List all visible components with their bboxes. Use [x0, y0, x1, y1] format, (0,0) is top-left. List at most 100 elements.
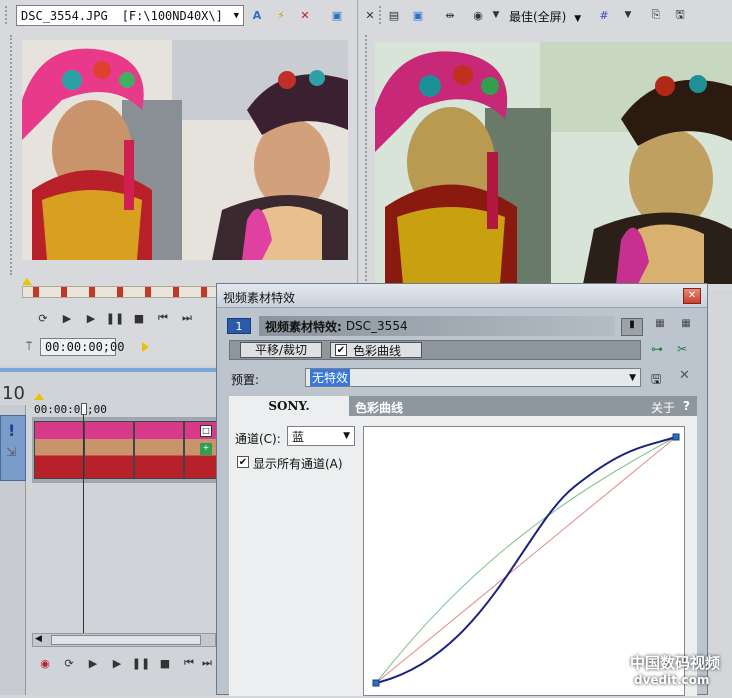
add-fx-icon[interactable]: ⊶ — [651, 342, 663, 356]
pause-icon[interactable]: ❚❚ — [132, 654, 150, 672]
file-path: [F:\100ND40X\] — [121, 8, 223, 23]
panel-grip — [10, 35, 14, 275]
properties-icon[interactable]: ▤ — [385, 6, 403, 24]
video-track: □ + — [32, 417, 234, 483]
timeline-scrollbar[interactable]: ◀ — [32, 633, 216, 647]
video-fx-dialog: 视频素材特效 ✕ 1 视频素材特效: DSC_3554 ▮ ▦ ▦ 平移/裁切 … — [216, 283, 708, 696]
baseline-red-curve — [375, 436, 677, 684]
preview-image — [22, 40, 348, 260]
clip-thumbnail[interactable] — [34, 421, 84, 479]
toolbar-grip[interactable] — [5, 6, 9, 24]
playhead[interactable] — [81, 403, 87, 415]
view-mode-grid-icon[interactable]: ▦ — [675, 318, 697, 336]
track-alert-icon: ! — [8, 421, 16, 440]
chevron-down-icon[interactable]: ▼ — [619, 6, 637, 24]
output-preview-image — [375, 42, 732, 284]
chevron-down-icon: ▼ — [629, 372, 636, 383]
close-button[interactable]: ✕ — [683, 288, 701, 304]
scrub-marker[interactable] — [22, 278, 32, 285]
chevron-down-icon: ▼ — [233, 10, 239, 21]
crop-icon[interactable]: □ — [200, 425, 212, 437]
track-number: 10 — [2, 383, 25, 404]
prev-frame-icon[interactable]: ⏮ — [154, 309, 172, 327]
copy-snapshot-icon[interactable]: ⎘ — [647, 6, 665, 24]
monitor-icon[interactable]: ▣ — [328, 6, 346, 24]
quality-selector[interactable]: 最佳(全屏) ▼ — [509, 8, 581, 25]
chain-item-color-curves[interactable]: ✔ 色彩曲线 — [330, 342, 422, 358]
timeline-ruler-bar — [0, 368, 216, 372]
preset-label: 预置: — [231, 373, 260, 387]
right-preview-panel: ✕ ▤ ▣ ⇹ ◉ ▼ 最佳(全屏) ▼ # ▼ ⎘ 🖫 — [359, 0, 732, 290]
fx-header-label: 视频素材特效: — [265, 319, 342, 334]
track-add-icon: ⇲ — [6, 445, 17, 459]
loop-icon[interactable]: ⟳ — [60, 654, 78, 672]
scroll-left-icon[interactable]: ◀ — [35, 634, 42, 644]
timeline-timecode: 00:00:00;00 — [34, 403, 107, 416]
save-snapshot-icon[interactable]: 🖫 — [671, 6, 689, 24]
toolbar-grip[interactable] — [379, 6, 383, 24]
chevron-down-icon[interactable]: ▼ — [487, 6, 505, 24]
record-icon[interactable]: ◉ — [36, 654, 54, 672]
show-all-checkbox[interactable]: ✔ — [237, 456, 249, 468]
pause-icon[interactable]: ❚❚ — [106, 309, 124, 327]
file-selector[interactable]: DSC_3554.JPG [F:\100ND40X\] ▼ — [16, 5, 244, 26]
chain-item-pan-crop[interactable]: 平移/裁切 — [240, 342, 322, 358]
properties-icon[interactable]: A — [248, 6, 266, 24]
overlay-icon[interactable]: ◉ — [469, 6, 487, 24]
close-icon[interactable]: ✕ — [361, 6, 379, 24]
play-icon[interactable]: ▶ — [108, 654, 126, 672]
loop-icon[interactable]: ⟳ — [34, 309, 52, 327]
lightning-icon[interactable]: ⚡ — [272, 6, 290, 24]
timecode-display: 00:00:00;00 — [40, 338, 124, 356]
checkbox-checked-icon[interactable]: ✔ — [335, 344, 347, 356]
show-all-label[interactable]: 显示所有通道(A) — [253, 455, 343, 472]
curve-control-point[interactable] — [372, 679, 380, 687]
delete-preset-icon[interactable]: ✕ — [679, 368, 690, 383]
cursor-marker[interactable] — [34, 393, 44, 400]
stop-icon[interactable]: ■ — [156, 654, 174, 672]
remove-fx-icon[interactable]: ✂ — [677, 342, 687, 356]
chevron-down-icon: ▼ — [574, 14, 582, 24]
save-preset-icon[interactable]: 🖫 — [651, 370, 661, 391]
scroll-thumb[interactable] — [51, 635, 201, 645]
stop-icon[interactable]: ■ — [130, 309, 148, 327]
fx-chain: 平移/裁切 ✔ 色彩曲线 — [229, 340, 641, 360]
marker-icon: ⍡ — [25, 340, 33, 353]
channel-dropdown[interactable]: 蓝 ▼ — [287, 426, 355, 446]
fx-badge: 1 — [227, 318, 251, 334]
view-mode-single-icon[interactable]: ▮ — [621, 318, 643, 336]
help-link[interactable]: ? — [683, 399, 690, 413]
in-point-icon[interactable] — [142, 342, 149, 352]
about-link[interactable]: 关于 — [651, 399, 675, 416]
clip-thumbnail[interactable] — [134, 421, 184, 479]
play-from-start-icon[interactable]: ▶ — [84, 654, 102, 672]
preset-dropdown[interactable]: 无特效 ▼ — [305, 368, 641, 387]
play-icon[interactable]: ▶ — [82, 309, 100, 327]
grid-icon[interactable]: # — [595, 6, 613, 24]
watermark-line1: 中国数码视频 — [630, 654, 721, 672]
prev-frame-icon[interactable]: ⏮ — [180, 654, 198, 672]
next-frame-icon[interactable]: ⏭ — [178, 309, 196, 327]
close-icon[interactable]: ✕ — [296, 6, 314, 24]
split-screen-icon[interactable]: ⇹ — [441, 6, 459, 24]
panel-grip — [365, 35, 369, 285]
watermark-line2: dvedit.com — [634, 673, 710, 687]
channel-label: 通道(C): — [235, 432, 281, 446]
monitor-icon[interactable]: ▣ — [409, 6, 427, 24]
watermark: 中国数码视频 dvedit.com — [600, 652, 728, 692]
fx-header-clip: DSC_3554 — [345, 319, 408, 333]
curve-control-point[interactable] — [672, 433, 680, 441]
fx-icon[interactable]: + — [200, 443, 212, 455]
next-frame-icon[interactable]: ⏭ — [198, 654, 216, 672]
view-mode-list-icon[interactable]: ▦ — [649, 318, 671, 336]
plugin-header: SONY. 色彩曲线 关于 ? — [229, 396, 697, 416]
file-name: DSC_3554.JPG — [21, 8, 108, 23]
timeline-panel: 10 00:00:00;00 ! ⇲ □ + ◀ ◉ ⟳ ▶ ▶ ❚❚ ■ ⏮ … — [0, 365, 234, 695]
dialog-titlebar[interactable]: 视频素材特效 ✕ — [217, 284, 707, 308]
chevron-down-icon: ▼ — [343, 431, 350, 441]
clip-thumbnail[interactable] — [84, 421, 134, 479]
fx-header: 视频素材特效: DSC_3554 — [259, 316, 615, 336]
playhead-line — [83, 415, 84, 635]
preset-value: 无特效 — [310, 369, 351, 386]
play-from-start-icon[interactable]: ▶ — [58, 309, 76, 327]
